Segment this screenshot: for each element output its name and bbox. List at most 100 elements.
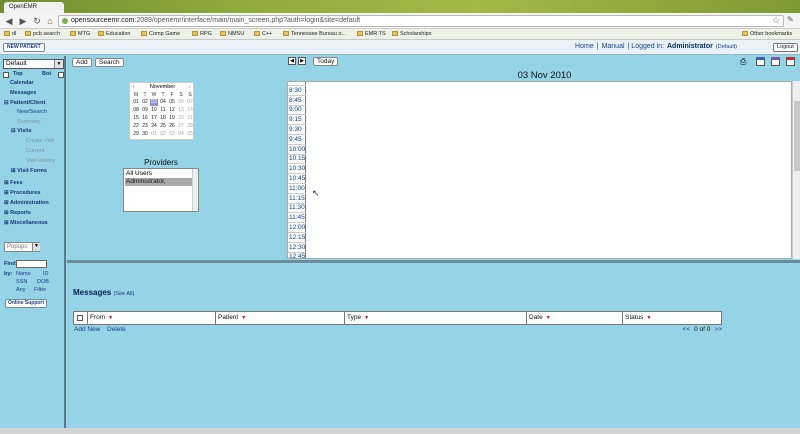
nav-visit-history[interactable]: Visit History: [26, 158, 55, 165]
add-new-link[interactable]: Add New: [74, 326, 100, 333]
time-slot-label[interactable]: 12:00: [288, 223, 306, 233]
day-cell[interactable]: 24: [150, 123, 158, 130]
top-checkbox[interactable]: [3, 72, 9, 78]
day-cell[interactable]: 02: [159, 131, 167, 138]
day-cell[interactable]: 11: [159, 107, 167, 114]
bookmark-star-icon[interactable]: ☆: [772, 15, 780, 26]
back-icon[interactable]: ◀: [3, 15, 15, 27]
bookmark-item[interactable]: Scholarships: [392, 30, 432, 39]
time-slot-label[interactable]: 12:45: [288, 252, 306, 258]
printer-icon[interactable]: ⎙: [740, 57, 749, 66]
find-filter[interactable]: Filter: [34, 287, 46, 294]
nav-summary[interactable]: Summary: [17, 119, 41, 126]
online-support-button[interactable]: Online Support: [5, 299, 47, 308]
bookmark-item[interactable]: NMSU: [220, 30, 244, 39]
day-cell[interactable]: 19: [168, 115, 176, 122]
nav-create-visit[interactable]: Create Visit: [26, 138, 54, 145]
time-slot-label[interactable]: 9:30: [288, 125, 306, 135]
nav-patient-client[interactable]: ⊟ Patient/Client: [4, 100, 45, 107]
day-cell[interactable]: 10: [150, 107, 158, 114]
find-by-id[interactable]: ID: [43, 271, 49, 278]
nav-administration[interactable]: ⊞ Administration: [4, 200, 49, 207]
home-link[interactable]: Home: [575, 43, 594, 50]
month-view-icon[interactable]: [786, 57, 795, 66]
day-cell[interactable]: 01: [132, 99, 140, 106]
pager-next[interactable]: >>: [714, 326, 722, 333]
nav-current[interactable]: Current: [26, 148, 44, 155]
day-cell[interactable]: 25: [159, 123, 167, 130]
other-bookmarks[interactable]: Other bookmarks: [742, 30, 792, 39]
bookmark-item[interactable]: C++: [254, 30, 272, 39]
day-cell[interactable]: 26: [168, 123, 176, 130]
find-by-dob[interactable]: DOB: [37, 279, 49, 286]
day-cell[interactable]: 05: [168, 99, 176, 106]
home-icon[interactable]: ⌂: [44, 15, 56, 27]
pager-prev[interactable]: <<: [683, 326, 691, 333]
day-cell[interactable]: 14: [186, 107, 194, 114]
column-type[interactable]: Type ▼: [345, 312, 527, 324]
search-button[interactable]: Search: [95, 58, 124, 67]
day-cell[interactable]: 30: [141, 131, 149, 138]
day-cell[interactable]: 23: [141, 123, 149, 130]
browser-tab[interactable]: OpenEMR: [4, 2, 64, 13]
bookmark-item[interactable]: MTG: [70, 30, 90, 39]
bot-checkbox[interactable]: [58, 72, 64, 78]
time-slot-label[interactable]: 12:15: [288, 233, 306, 243]
manual-link[interactable]: Manual: [602, 43, 625, 50]
next-day-icon[interactable]: ▶: [298, 57, 306, 65]
day-cell[interactable]: 20: [177, 115, 185, 122]
find-input[interactable]: [16, 260, 47, 268]
today-button[interactable]: Today: [313, 57, 339, 66]
forward-icon[interactable]: ▶: [17, 15, 29, 27]
wrench-icon[interactable]: ✎: [787, 15, 794, 24]
nav-fees[interactable]: ⊞ Fees: [4, 180, 23, 187]
time-slot-label[interactable]: 9:15: [288, 115, 306, 126]
bookmark-item[interactable]: EMR TS: [357, 30, 386, 39]
bookmark-item[interactable]: RPG: [192, 30, 212, 39]
day-cell[interactable]: 04: [159, 99, 167, 106]
providers-scrollbar[interactable]: [192, 169, 198, 211]
nav-new-search[interactable]: New/Search: [17, 109, 47, 116]
day-cell[interactable]: 17: [150, 115, 158, 122]
url-bar[interactable]: opensourceemr.com:2089/openemr/interface…: [58, 15, 784, 27]
nav-select[interactable]: Default ▼: [3, 59, 64, 69]
bookmark-item[interactable]: Education: [98, 30, 130, 39]
find-by-any[interactable]: Any: [16, 287, 25, 294]
day-cell[interactable]: 04: [177, 131, 185, 138]
bookmark-item[interactable]: Tennessee Bureau o...: [283, 30, 346, 39]
time-slot-label[interactable]: 8:45: [288, 96, 306, 106]
day-cell[interactable]: 05: [186, 131, 194, 138]
provider-option[interactable]: All Users: [125, 170, 193, 178]
day-cell[interactable]: 03: [168, 131, 176, 138]
day-cell[interactable]: 15: [132, 115, 140, 122]
see-all-link[interactable]: (See All): [113, 291, 134, 297]
day-cell[interactable]: 21: [186, 115, 194, 122]
time-slot-label[interactable]: 9:00: [288, 105, 306, 116]
select-all-checkbox[interactable]: [77, 315, 83, 321]
time-slot-label[interactable]: 11:00: [288, 184, 306, 194]
day-schedule-grid[interactable]: 8:158:308:459:009:159:309:4510:0010:1510…: [287, 81, 792, 259]
time-slot-label[interactable]: 11:15: [288, 194, 306, 204]
day-cell[interactable]: 12: [168, 107, 176, 114]
provider-option-selected[interactable]: Administrator,: [125, 178, 193, 186]
day-cell[interactable]: 06: [177, 99, 185, 106]
day-cell[interactable]: 18: [159, 115, 167, 122]
time-slot-label[interactable]: 10:15: [288, 154, 306, 165]
day-cell[interactable]: 27: [177, 123, 185, 130]
new-patient-button[interactable]: NEW PATIENT: [3, 43, 45, 52]
column-date[interactable]: Date ▼: [527, 312, 623, 324]
bookmark-item[interactable]: Comp Game: [141, 30, 180, 39]
delete-link[interactable]: Delete: [107, 326, 126, 333]
nav-messages[interactable]: Messages: [10, 90, 36, 97]
time-slot-label[interactable]: 12:30: [288, 243, 306, 253]
nav-procedures[interactable]: ⊞ Procedures: [4, 190, 40, 197]
nav-miscellaneous[interactable]: ⊞ Miscellaneous: [4, 220, 48, 227]
day-cell[interactable]: 08: [132, 107, 140, 114]
nav-visit-forms[interactable]: ⊞ Visit Forms: [11, 168, 47, 175]
providers-list[interactable]: All Users Administrator,: [123, 168, 199, 212]
time-slot-label[interactable]: 8:30: [288, 86, 306, 96]
next-month-icon[interactable]: ›: [188, 84, 190, 90]
day-view-icon[interactable]: [756, 57, 765, 66]
time-slot-label[interactable]: 9:45: [288, 135, 306, 145]
day-cell[interactable]: 09: [141, 107, 149, 114]
